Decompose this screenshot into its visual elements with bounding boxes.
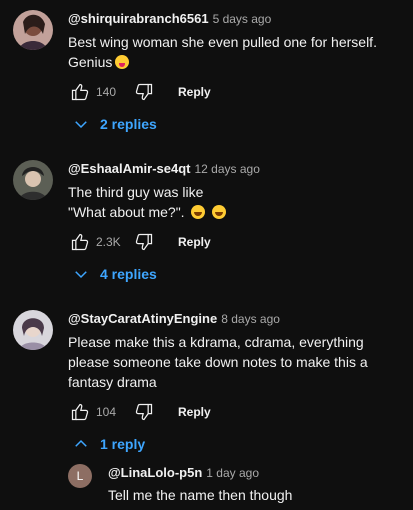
like-icon xyxy=(71,83,89,101)
dislike-icon xyxy=(135,83,153,101)
comment-time[interactable]: 8 days ago xyxy=(221,312,280,326)
avatar[interactable]: L xyxy=(68,464,92,488)
comment-author[interactable]: @shirquirabranch6561 xyxy=(68,11,209,26)
like-button[interactable] xyxy=(68,230,92,254)
comment-text: Tell me the name then though xyxy=(108,487,293,503)
chevron-down-icon xyxy=(75,121,87,129)
comment-text: Please make this a kdrama, cdrama, every… xyxy=(68,334,368,390)
reply-button[interactable]: Reply xyxy=(178,235,211,249)
like-count: 104 xyxy=(96,405,117,419)
dislike-button[interactable] xyxy=(132,80,156,104)
reply-button[interactable]: Reply xyxy=(178,405,211,419)
comment-author[interactable]: @LinaLolo-p5n xyxy=(108,465,202,480)
comment-time[interactable]: 12 days ago xyxy=(195,162,260,176)
comment-text: The third guy was like "What about me?". xyxy=(68,182,408,222)
like-button[interactable] xyxy=(68,400,92,424)
like-count: 2.3K xyxy=(96,235,121,249)
like-count: 140 xyxy=(96,85,117,99)
chevron-down-icon xyxy=(75,271,87,279)
avatar[interactable] xyxy=(13,310,53,350)
like-icon xyxy=(71,403,89,421)
comment-author[interactable]: @EshaalAmir-se4qt xyxy=(68,161,191,176)
dislike-button[interactable] xyxy=(132,400,156,424)
avatar[interactable] xyxy=(13,10,53,50)
tongue-emoji xyxy=(115,55,130,69)
hide-replies-button[interactable]: 1 reply xyxy=(72,435,145,453)
dislike-button[interactable] xyxy=(132,230,156,254)
comment-time[interactable]: 1 day ago xyxy=(206,466,259,480)
dislike-icon xyxy=(135,403,153,421)
like-button[interactable] xyxy=(68,80,92,104)
comment-author[interactable]: @StayCaratAtinyEngine xyxy=(68,311,217,326)
comment-text: Best wing woman she even pulled one for … xyxy=(68,34,377,70)
reply-button[interactable]: Reply xyxy=(178,85,211,99)
laughing-emoji xyxy=(212,205,227,219)
comment-time[interactable]: 5 days ago xyxy=(213,12,272,26)
dislike-icon xyxy=(135,233,153,251)
view-replies-button[interactable]: 4 replies xyxy=(72,265,157,283)
chevron-up-icon xyxy=(75,439,87,447)
view-replies-button[interactable]: 2 replies xyxy=(72,115,157,133)
like-icon xyxy=(71,233,89,251)
avatar[interactable] xyxy=(13,160,53,200)
laughing-emoji xyxy=(191,205,206,219)
